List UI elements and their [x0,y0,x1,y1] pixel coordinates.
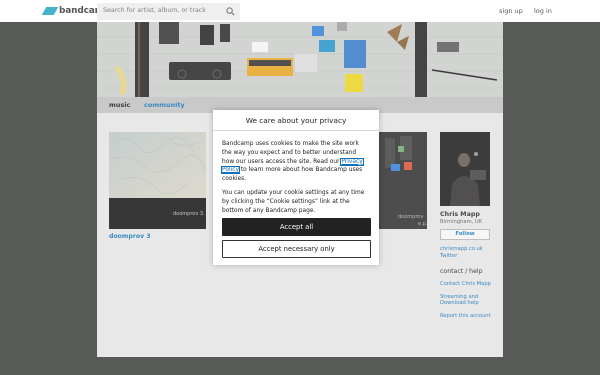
accept-all-button[interactable]: Accept all [222,218,371,236]
cookie-consent-dialog: We care about your privacy Bandcamp uses… [213,110,379,265]
cookie-text-after: to learn more about how Bandcamp uses co… [222,167,363,183]
cookie-dialog-title: We care about your privacy [213,110,379,131]
cookie-paragraph-1: Bandcamp uses cookies to make the site w… [221,140,370,184]
accept-necessary-button[interactable]: Accept necessary only [222,240,371,258]
cookie-paragraph-2: You can update your cookie settings at a… [222,189,365,214]
cookie-dialog-body: Bandcamp uses cookies to make the site w… [213,131,379,215]
cookie-text-before: Bandcamp uses cookies to make the site w… [222,141,359,165]
